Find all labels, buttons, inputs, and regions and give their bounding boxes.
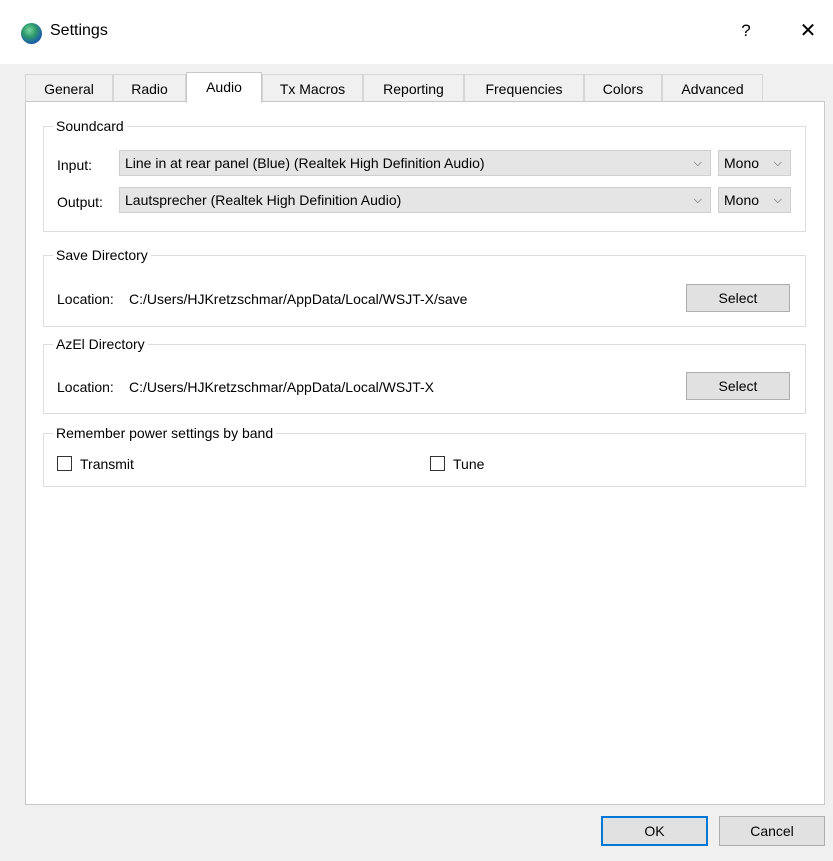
- tab-advanced[interactable]: Advanced: [662, 74, 763, 102]
- chevron-down-icon: ⌵: [773, 194, 782, 206]
- power-settings-group-title: Remember power settings by band: [53, 423, 277, 443]
- settings-dialog: Settings ? ✕ General Radio Audio Tx Macr…: [0, 0, 833, 861]
- azel-location-label: Location:: [57, 379, 114, 395]
- azel-directory-group-title: AzEl Directory: [53, 334, 148, 354]
- soundcard-group-title: Soundcard: [53, 116, 127, 136]
- tab-colors[interactable]: Colors: [584, 74, 662, 102]
- title-bar: Settings ? ✕: [0, 0, 833, 64]
- tune-label: Tune: [453, 456, 485, 472]
- chevron-down-icon: ⌵: [693, 157, 702, 169]
- ok-button[interactable]: OK: [601, 816, 708, 846]
- save-directory-group: Save Directory Location: C:/Users/HJKret…: [43, 245, 806, 327]
- tab-reporting[interactable]: Reporting: [363, 74, 464, 102]
- window-title: Settings: [50, 22, 108, 39]
- wsjtx-globe-icon: [21, 23, 42, 44]
- audio-tab-panel: Soundcard Input: Line in at rear panel (…: [25, 101, 825, 805]
- input-device-select[interactable]: Line in at rear panel (Blue) (Realtek Hi…: [119, 150, 711, 176]
- save-location-value: C:/Users/HJKretzschmar/AppData/Local/WSJ…: [129, 291, 468, 307]
- output-channel-select[interactable]: Mono ⌵: [718, 187, 791, 213]
- input-device-value: Line in at rear panel (Blue) (Realtek Hi…: [125, 155, 485, 171]
- input-channel-select[interactable]: Mono ⌵: [718, 150, 791, 176]
- output-label: Output:: [57, 194, 103, 210]
- tab-bar: General Radio Audio Tx Macros Reporting …: [25, 72, 785, 103]
- close-button[interactable]: ✕: [796, 18, 820, 44]
- save-directory-group-title: Save Directory: [53, 245, 151, 265]
- input-label: Input:: [57, 157, 93, 173]
- help-button[interactable]: ?: [734, 18, 758, 44]
- azel-directory-select-button[interactable]: Select: [686, 372, 790, 400]
- tab-radio[interactable]: Radio: [113, 74, 186, 102]
- transmit-label: Transmit: [80, 456, 134, 472]
- transmit-checkbox[interactable]: [57, 456, 72, 471]
- output-device-value: Lautsprecher (Realtek High Definition Au…: [125, 192, 402, 208]
- save-directory-select-button[interactable]: Select: [686, 284, 790, 312]
- chevron-down-icon: ⌵: [693, 194, 702, 206]
- output-device-select[interactable]: Lautsprecher (Realtek High Definition Au…: [119, 187, 711, 213]
- input-channel-value: Mono: [724, 155, 760, 171]
- output-channel-value: Mono: [724, 192, 760, 208]
- cancel-button[interactable]: Cancel: [719, 816, 825, 846]
- save-location-label: Location:: [57, 291, 114, 307]
- tab-audio[interactable]: Audio: [186, 72, 262, 103]
- tab-frequencies[interactable]: Frequencies: [464, 74, 584, 102]
- azel-directory-group: AzEl Directory Location: C:/Users/HJKret…: [43, 334, 806, 414]
- tab-tx-macros[interactable]: Tx Macros: [262, 74, 363, 102]
- tab-general[interactable]: General: [25, 74, 113, 102]
- tune-checkbox[interactable]: [430, 456, 445, 471]
- power-settings-group: Remember power settings by band Transmit…: [43, 423, 806, 487]
- soundcard-group: Soundcard Input: Line in at rear panel (…: [43, 116, 806, 232]
- chevron-down-icon: ⌵: [773, 157, 782, 169]
- azel-location-value: C:/Users/HJKretzschmar/AppData/Local/WSJ…: [129, 379, 434, 395]
